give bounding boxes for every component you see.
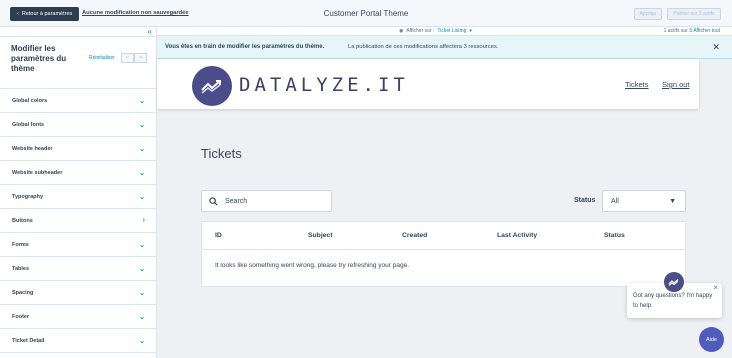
section-typography[interactable]: Typography ⌄ [0,185,156,209]
column-header-id[interactable]: ID [215,232,222,239]
column-header-last-activity[interactable]: Last Activity [497,232,537,239]
chevron-down-icon: ⌄ [139,169,145,177]
notice-title: Vous êtes en train de modifier les param… [165,44,325,50]
column-header-created[interactable]: Created [402,232,427,239]
chevron-down-icon: ⌄ [139,145,145,153]
unsaved-changes-link[interactable]: Aucune modification non sauvegardée [82,10,189,16]
table-header-row: ID Subject Created Last Activity Status [202,222,685,250]
site-header: DATALYZE.IT Tickets Sign out [157,59,699,109]
logo-wordmark: DATALYZE.IT [239,74,409,96]
show-all-link[interactable]: Afficher tout [693,28,720,34]
chevron-down-icon: ⌄ [139,265,145,273]
redo-button[interactable]: ↷ [134,53,147,63]
chat-help-button[interactable]: Aide [699,327,724,352]
chevron-down-icon: ⌄ [139,241,145,249]
section-footer[interactable]: Footer ⌄ [0,305,156,329]
tickets-table: ID Subject Created Last Activity Status … [201,221,686,287]
theme-settings-sidebar: « Modifier les paramètres du thème Réini… [0,27,157,358]
search-placeholder: Search [225,197,248,205]
chat-avatar [664,272,684,292]
undo-redo-group: ↶ ↷ [121,53,147,63]
arrow-left-icon: ‹ [17,11,19,17]
section-spacing[interactable]: Spacing ⌄ [0,281,156,305]
status-filter-value: All [611,197,619,205]
top-bar: ‹ Retour à paramètres Aucune modificatio… [0,0,732,27]
view-on-value[interactable]: Ticket Listing [437,28,466,34]
status-filter-label: Status [574,197,596,204]
chevron-down-icon: ⌄ [139,337,145,345]
undo-button[interactable]: ↶ [121,53,134,63]
sidebar-header: Modifier les paramètres du thème Réiniti… [0,36,157,89]
section-website-header[interactable]: Website header ⌄ [0,137,156,161]
chevron-down-icon: ⌄ [139,289,145,297]
chevron-down-icon: ⌄ [139,313,145,321]
status-filter-select[interactable]: All ▼ [602,190,686,212]
section-buttons[interactable]: Buttons › [0,209,156,233]
search-icon [209,196,218,206]
chevron-right-icon: › [142,217,145,224]
logo-icon [192,66,232,106]
search-input[interactable]: Search [201,190,332,212]
caret-down-icon: ▾ [469,28,472,34]
chevron-down-icon: ⌄ [139,193,145,201]
collapse-sidebar-icon[interactable]: « [148,27,152,36]
column-header-subject[interactable]: Subject [308,232,333,239]
chevron-down-icon: ⌄ [139,97,145,105]
back-to-settings-button[interactable]: ‹ Retour à paramètres [10,7,80,21]
chevron-down-icon: ⌄ [139,121,145,129]
view-on-selector[interactable]: ◉ Afficher sur : Ticket Listing ▾ [399,28,472,34]
reset-link[interactable]: Réinitialiser [89,55,115,61]
chat-message: Got any questions? I'm happy to help. [633,293,713,309]
notice-text: La publication de ces modifications affe… [348,44,499,50]
back-label: Retour à paramètres [21,11,73,17]
nav-sign-out-link[interactable]: Sign out [662,80,690,89]
editing-notice-banner: Vous êtes en train de modifier les param… [157,36,732,59]
section-tables[interactable]: Tables ⌄ [0,257,156,281]
section-global-colors[interactable]: Global colors ⌄ [0,89,156,113]
section-ticket-detail[interactable]: Ticket Detail ⌄ [0,329,156,353]
close-icon[interactable]: × [713,283,718,293]
nav-tickets-link[interactable]: Tickets [625,80,648,89]
tickets-heading: Tickets [201,146,242,161]
sidebar-title: Modifier les paramètres du thème [11,44,67,73]
caret-down-icon: ▼ [669,197,676,205]
column-header-status[interactable]: Status [604,232,625,239]
apply-button[interactable]: Appliqu [634,8,662,20]
preview-toolbar: ◉ Afficher sur : Ticket Listing ▾ 1 acti… [157,27,732,36]
table-empty-message: It looks like something went wrong, plea… [215,262,410,269]
close-icon[interactable]: ✕ [712,42,720,53]
section-website-subheader[interactable]: Website subheader ⌄ [0,161,156,185]
eye-icon: ◉ [399,28,404,34]
publish-button[interactable]: Publier sur 3 actifs [667,8,721,20]
section-global-fonts[interactable]: Global fonts ⌄ [0,113,156,137]
settings-section-list: Global colors ⌄ Global fonts ⌄ Website hea… [0,89,156,353]
section-forms[interactable]: Forms ⌄ [0,233,156,257]
active-count: 1 actifs sur 3 [663,28,692,34]
